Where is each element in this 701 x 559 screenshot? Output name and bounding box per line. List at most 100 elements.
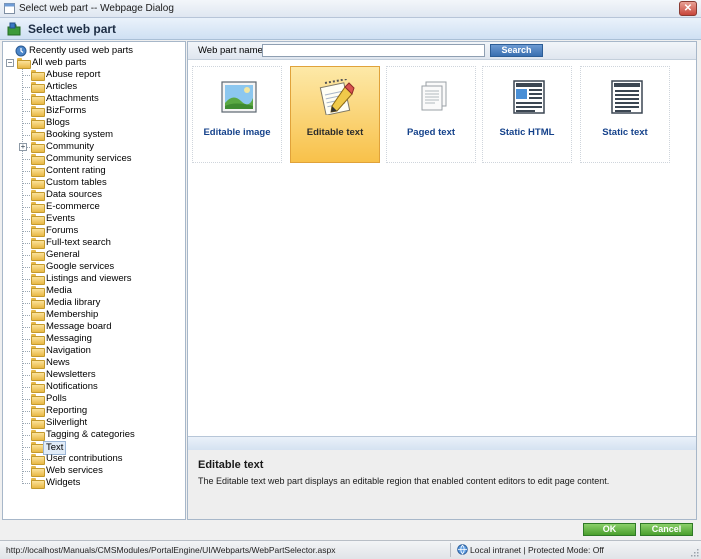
tree-guide-line: [22, 195, 30, 196]
window-titlebar: Select web part -- Webpage Dialog ✕: [0, 0, 701, 18]
ok-button[interactable]: OK: [583, 523, 636, 536]
status-separator: [450, 543, 451, 557]
tree-item-general[interactable]: General: [19, 249, 179, 261]
resize-grip-icon[interactable]: [690, 548, 699, 557]
tree-item-media-library[interactable]: Media library: [19, 297, 179, 309]
folder-icon: [31, 262, 45, 273]
tree-item-message-board[interactable]: Message board: [19, 321, 179, 333]
tree-item-label: Reporting: [46, 405, 88, 416]
tree-item-polls[interactable]: Polls: [19, 393, 179, 405]
cancel-button[interactable]: Cancel: [640, 523, 693, 536]
tree-item-label: Newsletters: [46, 369, 96, 380]
pages-stack-icon: [421, 81, 447, 111]
tree-item-custom-tables[interactable]: Custom tables: [19, 177, 179, 189]
tree-item-tagging-categories[interactable]: Tagging & categories: [19, 429, 179, 441]
webpart-card-label: Editable image: [203, 127, 271, 138]
tree-guide-line: [22, 207, 30, 208]
tree-item-label: Content rating: [46, 165, 106, 176]
webpart-card-label: Editable text: [306, 127, 364, 138]
folder-open-icon: [17, 58, 31, 69]
tree-item-content-rating[interactable]: Content rating: [19, 165, 179, 177]
tree-item-listings-and-viewers[interactable]: Listings and viewers: [19, 273, 179, 285]
tree-item-news[interactable]: News: [19, 357, 179, 369]
tree-item-articles[interactable]: Articles: [19, 81, 179, 93]
collapse-icon[interactable]: −: [6, 59, 14, 67]
tree-item-community[interactable]: + Community: [19, 141, 179, 153]
tree-item-label: Custom tables: [46, 177, 107, 188]
tree-item-attachments[interactable]: Attachments: [19, 93, 179, 105]
close-button[interactable]: ✕: [679, 1, 697, 16]
dialog-header: Select web part: [0, 18, 701, 40]
browser-icon: [4, 3, 15, 14]
tree-item-silverlight[interactable]: Silverlight: [19, 417, 179, 429]
tree-item-reporting[interactable]: Reporting: [19, 405, 179, 417]
tree-item-notifications[interactable]: Notifications: [19, 381, 179, 393]
tree-guide-line: [22, 351, 30, 352]
webpart-card-label: Static HTML: [499, 127, 555, 138]
tree-item-label: Messaging: [46, 333, 92, 344]
folder-icon: [31, 106, 45, 117]
folder-icon: [31, 370, 45, 381]
tree-guide-line: [22, 219, 30, 220]
tree-item-abuse-report[interactable]: Abuse report: [19, 69, 179, 81]
folder-icon: [31, 274, 45, 285]
tree-item-booking-system[interactable]: Booking system: [19, 129, 179, 141]
html-layout-icon: [513, 80, 545, 114]
tree-guide-line: [22, 411, 30, 412]
webpart-card-editable-text[interactable]: Editable text: [290, 66, 380, 163]
webpart-name-input[interactable]: [262, 44, 485, 57]
search-button[interactable]: Search: [490, 44, 543, 57]
tree-item-data-sources[interactable]: Data sources: [19, 189, 179, 201]
webpart-card-label: Paged text: [406, 127, 456, 138]
folder-icon: [31, 358, 45, 369]
folder-icon: [31, 70, 45, 81]
tree-item-recently-used[interactable]: Recently used web parts: [15, 45, 180, 57]
tree-item-messaging[interactable]: Messaging: [19, 333, 179, 345]
tree-guide-line: [22, 243, 30, 244]
tree-item-google-services[interactable]: Google services: [19, 261, 179, 273]
folder-icon: [31, 406, 45, 417]
tree-item-label: Message board: [46, 321, 112, 332]
tree-guide-line: [22, 159, 30, 160]
tree-item-community-services[interactable]: Community services: [19, 153, 179, 165]
tree-item-user-contributions[interactable]: User contributions: [19, 453, 179, 465]
webpart-card-paged-text[interactable]: Paged text: [386, 66, 476, 163]
tree-item-blogs[interactable]: Blogs: [19, 117, 179, 129]
tree-item-full-text-search[interactable]: Full-text search: [19, 237, 179, 249]
tree-item-label: Abuse report: [46, 69, 101, 80]
folder-icon: [31, 346, 45, 357]
tree-guide-line: [22, 267, 30, 268]
tree-item-label: Forums: [46, 225, 79, 236]
tree-item-label: BizForms: [46, 105, 87, 116]
expand-icon[interactable]: +: [19, 143, 27, 151]
tree-item-events[interactable]: Events: [19, 213, 179, 225]
folder-icon: [31, 238, 45, 249]
status-url: http://localhost/Manuals/CMSModules/Port…: [6, 545, 336, 555]
tree-item-newsletters[interactable]: Newsletters: [19, 369, 179, 381]
webpart-card-static-html[interactable]: Static HTML: [482, 66, 572, 163]
tree-item-label: Events: [46, 213, 76, 224]
tree-item-label: Navigation: [46, 345, 91, 356]
tree-item-label: All web parts: [32, 57, 87, 68]
folder-icon: [31, 178, 45, 189]
tree-item-media[interactable]: Media: [19, 285, 179, 297]
tree-item-text[interactable]: Text: [19, 441, 179, 455]
tree-item-membership[interactable]: Membership: [19, 309, 179, 321]
tree-guide-line: [22, 435, 30, 436]
tree-item-label: Polls: [46, 393, 67, 404]
tree-item-widgets[interactable]: Widgets: [19, 477, 179, 489]
webpart-card-static-text[interactable]: Static text: [580, 66, 670, 163]
tree-item-forums[interactable]: Forums: [19, 225, 179, 237]
tree-guide-line: [22, 423, 30, 424]
tree-item-label: General: [46, 249, 80, 260]
recent-webparts-icon: [15, 45, 27, 57]
tree-item-web-services[interactable]: Web services: [19, 465, 179, 477]
tree-item-all-web-parts[interactable]: − All web parts: [6, 57, 176, 69]
tree-guide-line: [22, 279, 30, 280]
tree-guide-line: [22, 99, 30, 100]
tree-item-label: News: [46, 357, 70, 368]
tree-item-e-commerce[interactable]: E-commerce: [19, 201, 179, 213]
webpart-card-editable-image[interactable]: Editable image: [192, 66, 282, 163]
tree-item-navigation[interactable]: Navigation: [19, 345, 179, 357]
tree-item-bizforms[interactable]: BizForms: [19, 105, 179, 117]
